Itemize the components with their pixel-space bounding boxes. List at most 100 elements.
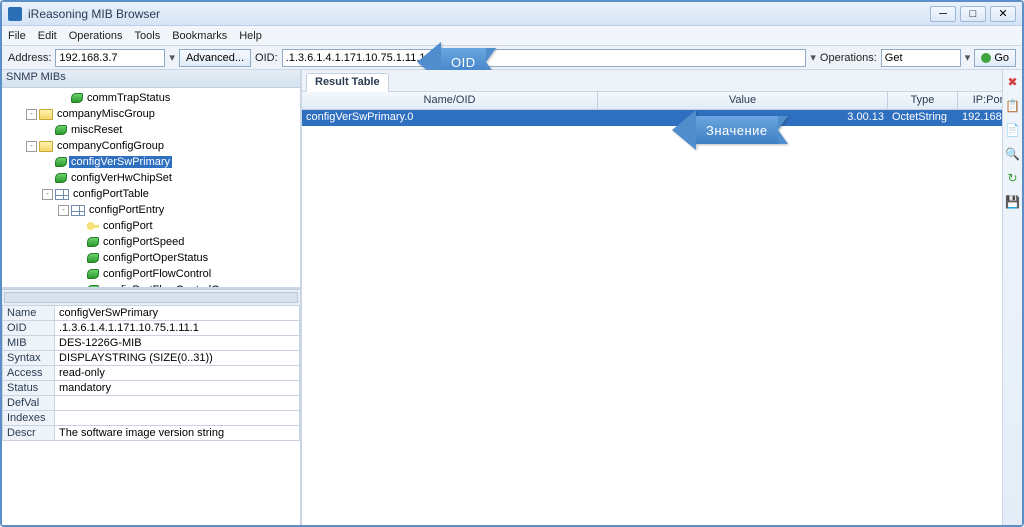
col-type[interactable]: Type [888, 92, 958, 109]
app-logo-icon [8, 7, 22, 21]
detail-value: mandatory [55, 381, 300, 396]
go-button[interactable]: Go [974, 49, 1016, 67]
result-tabbar: Result Table [302, 70, 1022, 92]
maximize-button[interactable]: □ [960, 6, 986, 22]
tree-node[interactable]: configPortFlowControlOper [2, 282, 300, 289]
tree-node-label: companyConfigGroup [55, 140, 166, 152]
save-icon[interactable]: 💾 [1005, 194, 1021, 210]
detail-key: Indexes [3, 411, 55, 426]
operations-label: Operations: [820, 52, 877, 64]
leaf-g-icon [71, 93, 83, 103]
menu-bookmarks[interactable]: Bookmarks [172, 30, 227, 42]
tree-toggle-icon[interactable]: - [26, 109, 37, 120]
tree-node[interactable]: configPort [2, 218, 300, 234]
detail-row: MIBDES-1226G-MIB [3, 336, 300, 351]
menu-tools[interactable]: Tools [135, 30, 161, 42]
tab-result-table[interactable]: Result Table [306, 73, 389, 92]
col-value[interactable]: Value [598, 92, 888, 109]
detail-value: .1.3.6.1.4.1.171.10.75.1.11.1 [55, 321, 300, 336]
left-panel: SNMP MIBs commTrapStatus-companyMiscGrou… [2, 70, 302, 525]
leaf-g-icon [87, 269, 99, 279]
tree-node[interactable]: configVerHwChipSet [2, 170, 300, 186]
table-icon [55, 189, 69, 200]
detail-value: configVerSwPrimary [55, 306, 300, 321]
minimize-button[interactable]: ─ [930, 6, 956, 22]
address-input[interactable] [55, 49, 165, 67]
cell-name: configVerSwPrimary.0 [302, 110, 598, 126]
detail-row: DescrThe software image version string [3, 426, 300, 441]
operations-select[interactable] [881, 49, 961, 67]
window-title: iReasoning MIB Browser [28, 7, 930, 21]
detail-value: DISPLAYSTRING (SIZE(0..31)) [55, 351, 300, 366]
tree-node-label: configPortEntry [87, 204, 166, 216]
close-button[interactable]: ✕ [990, 6, 1016, 22]
detail-value [55, 411, 300, 426]
menu-edit[interactable]: Edit [38, 30, 57, 42]
leaf-g-icon [55, 157, 67, 167]
right-panel: Result Table Name/OID Value Type IP:Port… [302, 70, 1022, 525]
detail-key: Syntax [3, 351, 55, 366]
tree-toggle-icon[interactable]: - [58, 205, 69, 216]
detail-row: DefVal [3, 396, 300, 411]
tree-node[interactable]: - configPortEntry [2, 202, 300, 218]
tree-node-label: configVerSwPrimary [69, 156, 172, 168]
tree-node[interactable]: -configPortTable [2, 186, 300, 202]
oid-input[interactable] [282, 49, 807, 67]
mib-tree[interactable]: commTrapStatus - companyMiscGroup miscReset… [2, 88, 300, 289]
leaf-g-icon [87, 237, 99, 247]
menu-file[interactable]: File [8, 30, 26, 42]
detail-value: DES-1226G-MIB [55, 336, 300, 351]
tree-node[interactable]: configPortOperStatus [2, 250, 300, 266]
copy-icon[interactable]: 📋 [1005, 98, 1021, 114]
leaf-g-icon [55, 125, 67, 135]
tree-toggle-icon[interactable]: - [42, 189, 53, 200]
tree-node[interactable]: configVerSwPrimary [2, 154, 300, 170]
refresh-icon[interactable]: ↻ [1005, 170, 1021, 186]
tree-node[interactable]: - companyMiscGroup [2, 106, 300, 122]
detail-key: Name [3, 306, 55, 321]
result-row[interactable]: configVerSwPrimary.03.00.13OctetString19… [302, 110, 1022, 126]
menu-operations[interactable]: Operations [69, 30, 123, 42]
tree-node[interactable]: - companyConfigGroup [2, 138, 300, 154]
titlebar: iReasoning MIB Browser ─ □ ✕ [2, 2, 1022, 26]
go-label: Go [994, 52, 1009, 64]
leaf-g-icon [87, 285, 99, 289]
folder-icon [39, 109, 53, 120]
detail-row: Statusmandatory [3, 381, 300, 396]
detail-value: read-only [55, 366, 300, 381]
tree-node-label: configPort [101, 220, 155, 232]
result-table-body[interactable]: configVerSwPrimary.03.00.13OctetString19… [302, 110, 1022, 525]
toolbar: Address: ▾ Advanced... OID: ▾ Operations… [2, 46, 1022, 70]
leaf-g-icon [87, 253, 99, 263]
cell-value: 3.00.13 [598, 110, 888, 126]
tree-node-label: commTrapStatus [85, 92, 172, 104]
delete-icon[interactable]: ✖ [1005, 74, 1021, 90]
tree-node[interactable]: configPortSpeed [2, 234, 300, 250]
tree-node-label: configVerHwChipSet [69, 172, 174, 184]
tree-node-label: miscReset [69, 124, 124, 136]
advanced-button[interactable]: Advanced... [179, 49, 251, 67]
detail-row: NameconfigVerSwPrimary [3, 306, 300, 321]
menu-help[interactable]: Help [239, 30, 262, 42]
tree-node-label: configPortOperStatus [101, 252, 210, 264]
right-toolbar: ✖ 📋 📄 🔍 ↻ 💾 [1002, 70, 1022, 525]
detail-key: Status [3, 381, 55, 396]
detail-row: Accessread-only [3, 366, 300, 381]
col-name[interactable]: Name/OID [302, 92, 598, 109]
leaf-g-icon [55, 173, 67, 183]
result-table-header: Name/OID Value Type IP:Port [302, 92, 1022, 110]
tree-node[interactable]: configPortFlowControl [2, 266, 300, 282]
table-icon [71, 205, 85, 216]
tree-hscrollbar[interactable] [2, 289, 300, 305]
tree-node-label: configPortFlowControlOper [101, 284, 238, 289]
export-icon[interactable]: 📄 [1005, 122, 1021, 138]
address-label: Address: [8, 52, 51, 64]
tree-node[interactable]: miscReset [2, 122, 300, 138]
tree-node-label: companyMiscGroup [55, 108, 157, 120]
search-icon[interactable]: 🔍 [1005, 146, 1021, 162]
tree-toggle-icon[interactable]: - [26, 141, 37, 152]
folder-icon [39, 141, 53, 152]
detail-key: MIB [3, 336, 55, 351]
tree-node[interactable]: commTrapStatus [2, 90, 300, 106]
detail-key: Access [3, 366, 55, 381]
